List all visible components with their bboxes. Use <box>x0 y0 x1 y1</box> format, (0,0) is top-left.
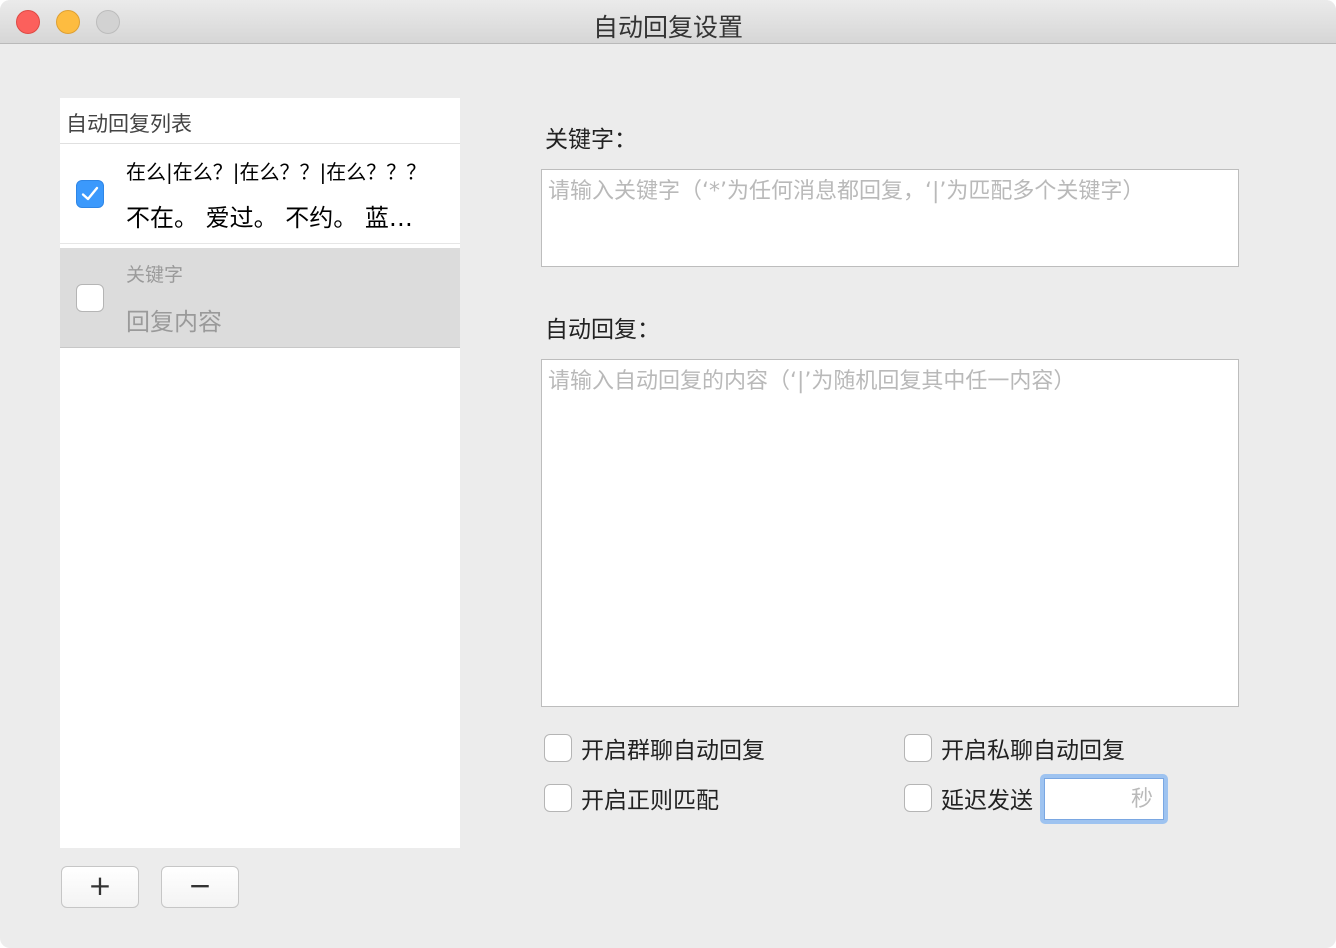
list-item[interactable]: 在么|在么？|在么？？|在么？？？ 不在。 爱过。 不约。 蓝瘦香菇 <box>60 144 460 244</box>
remove-item-button[interactable]: − <box>161 866 239 908</box>
group-auto-reply-label: 开启群聊自动回复 <box>581 738 765 764</box>
reply-label: 自动回复： <box>545 317 660 343</box>
settings-window: 自动回复设置 自动回复列表 在么|在么？|在么？？|在么？？？ 不在。 爱过。 … <box>0 0 1336 948</box>
list-item[interactable]: 关键字 回复内容 <box>60 248 460 348</box>
delay-send-checkbox[interactable] <box>904 784 932 812</box>
item-reply: 不在。 爱过。 不约。 蓝瘦香菇 <box>126 204 426 232</box>
private-auto-reply-checkbox[interactable] <box>904 734 932 762</box>
delay-seconds-input[interactable] <box>1044 778 1164 820</box>
group-auto-reply-checkbox[interactable] <box>544 734 572 762</box>
enable-checkbox[interactable] <box>76 180 104 208</box>
add-item-button[interactable]: + <box>61 866 139 908</box>
item-keyword: 在么|在么？|在么？？|在么？？？ <box>126 160 427 184</box>
keyword-box <box>541 169 1239 267</box>
delay-seconds-field <box>1040 774 1168 824</box>
keyword-input[interactable] <box>542 170 1238 266</box>
regex-match-label: 开启正则匹配 <box>581 788 719 814</box>
list-header: 自动回复列表 <box>60 98 460 144</box>
private-auto-reply-label: 开启私聊自动回复 <box>941 738 1125 764</box>
auto-reply-list: 自动回复列表 在么|在么？|在么？？|在么？？？ 不在。 爱过。 不约。 蓝瘦香… <box>60 98 460 848</box>
reply-box <box>541 359 1239 707</box>
item-reply: 回复内容 <box>126 308 222 336</box>
reply-input[interactable] <box>542 360 1238 706</box>
regex-match-checkbox[interactable] <box>544 784 572 812</box>
item-keyword: 关键字 <box>126 264 184 286</box>
checkmark-icon <box>81 186 99 201</box>
delay-send-label: 延迟发送 <box>941 788 1033 814</box>
keyword-label: 关键字： <box>545 127 637 153</box>
enable-checkbox[interactable] <box>76 284 104 312</box>
window-title: 自动回复设置 <box>592 13 743 42</box>
title-bar: 自动回复设置 <box>0 0 1336 44</box>
